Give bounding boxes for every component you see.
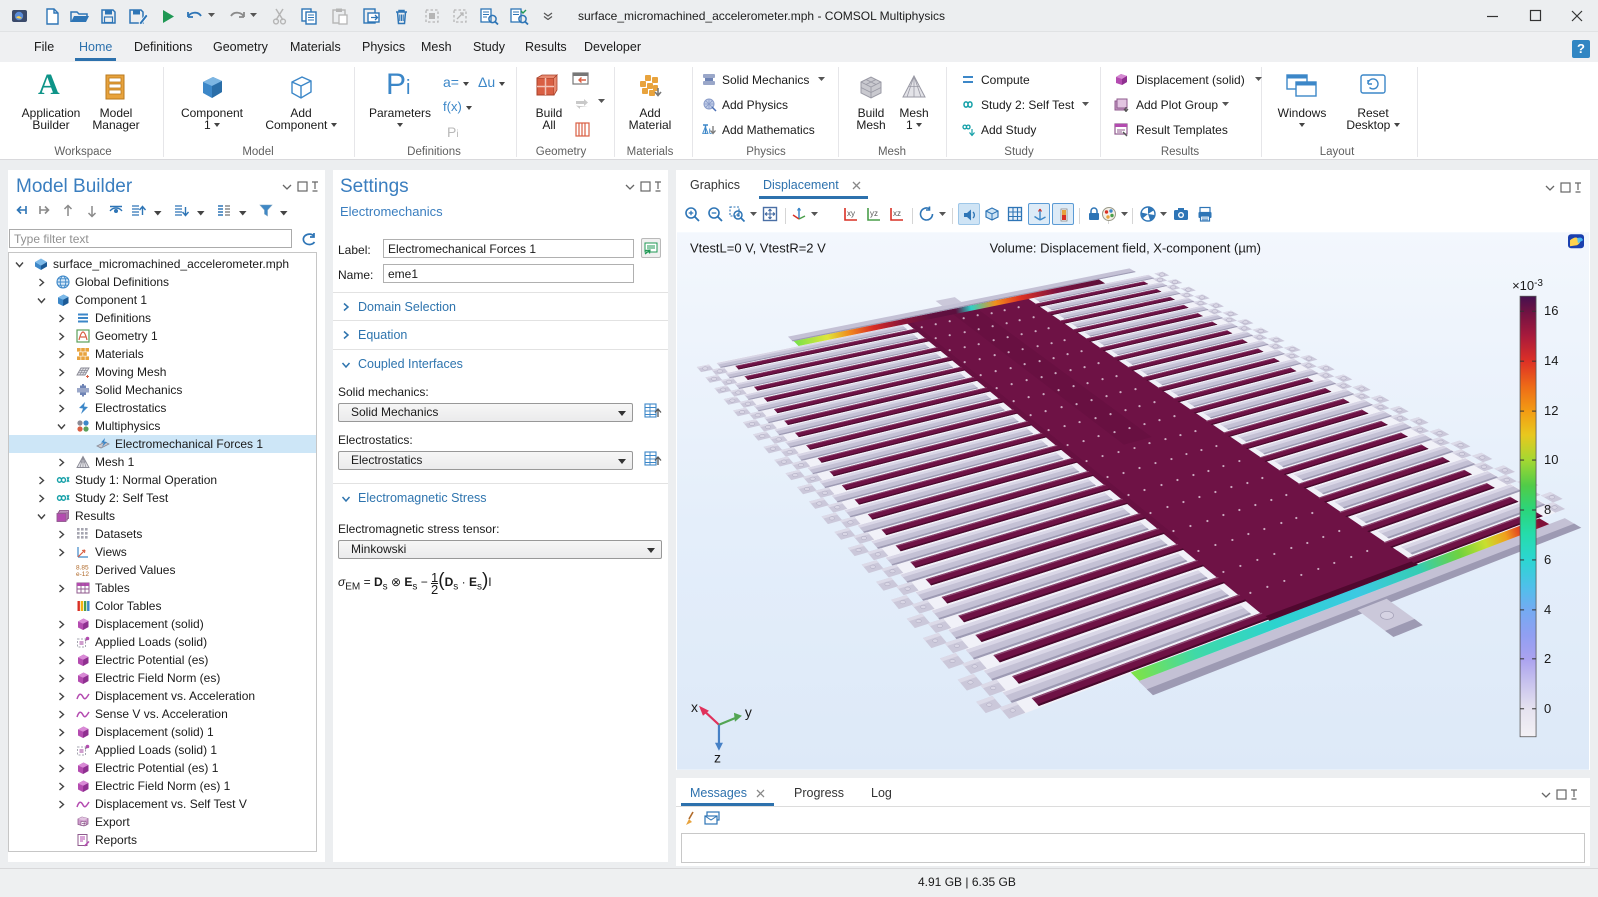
svg-text:Volume: Displacement field, X-: Volume: Displacement field, X-component … [990,240,1261,255]
svg-text:yz: yz [870,209,878,218]
svg-text:16: 16 [1544,303,1558,318]
svg-text:2: 2 [1544,651,1551,666]
svg-text:VtestL=0 V, VtestR=2 V: VtestL=0 V, VtestR=2 V [690,240,826,255]
svg-text:e-12: e-12 [76,571,89,577]
svg-text:12: 12 [1544,403,1558,418]
svg-text:4: 4 [1544,602,1551,617]
svg-text:x: x [691,699,698,715]
svg-text:6: 6 [1544,552,1551,567]
svg-text:z: z [714,750,721,766]
svg-text:y: y [745,704,752,720]
svg-text:10: 10 [1544,452,1558,467]
svg-text:8: 8 [1544,502,1551,517]
svg-text:0: 0 [1544,701,1551,716]
svg-text:14: 14 [1544,353,1558,368]
svg-text:xz: xz [893,209,901,218]
svg-text:xy: xy [847,209,855,218]
